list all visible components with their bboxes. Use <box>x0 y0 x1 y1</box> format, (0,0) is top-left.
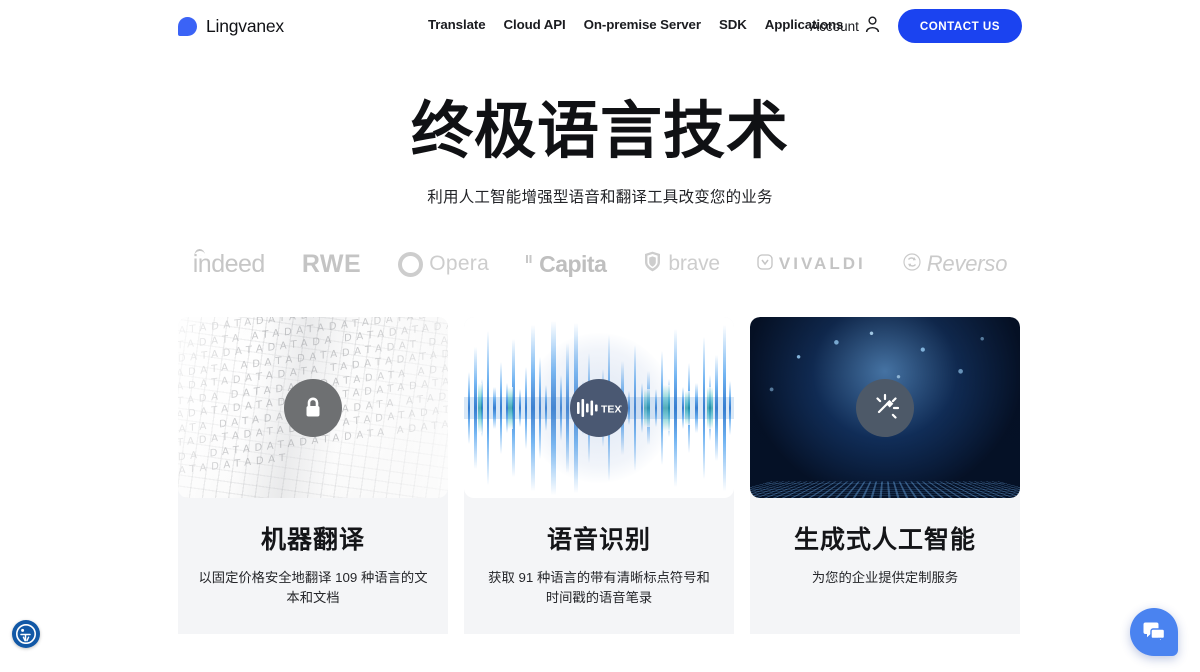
brand-logo[interactable]: Lingvanex <box>178 16 284 37</box>
vivaldi-shield-icon <box>757 254 773 275</box>
brave-lion-shield-icon <box>643 251 662 277</box>
account-label: Account <box>810 18 859 34</box>
opera-ring-icon <box>398 251 424 277</box>
lock-shield-icon <box>284 378 342 437</box>
logo-reverso: Reverso <box>903 251 1008 277</box>
accessibility-icon <box>16 624 36 644</box>
reverso-refresh-icon <box>903 253 921 276</box>
card-body: 生成式人工智能 为您的企业提供定制服务 <box>750 498 1020 614</box>
logo-reverso-label: Reverso <box>926 251 1008 277</box>
page-title: 终极语言技术 <box>410 97 789 166</box>
feature-card-machine-translation[interactable]: DATADATADATADATA DATADATADATADATA ATADAT… <box>178 317 448 635</box>
account-link[interactable]: Account <box>810 16 880 36</box>
logo-rwe: RWE <box>302 250 361 279</box>
contact-us-button[interactable]: CONTACT US <box>897 9 1022 43</box>
card-media-digital-particles <box>750 317 1020 499</box>
card-description: 以固定价格安全地翻译 109 种语言的文本和文档 <box>198 570 428 606</box>
chat-widget-button[interactable] <box>1130 608 1178 656</box>
logo-vivaldi: VIVALDI <box>757 254 866 275</box>
logo-capita-label: Capita <box>539 250 607 277</box>
logo-vivaldi-label: VIVALDI <box>778 254 866 274</box>
magic-wand-sparkle-icon <box>856 378 914 437</box>
logo-brave-label: brave <box>668 252 720 276</box>
accessibility-widget-button[interactable] <box>12 620 40 648</box>
card-media-audio-waveform: TEXT <box>464 317 734 499</box>
nav-item-sdk[interactable]: SDK <box>719 17 747 32</box>
card-media-data-letters: DATADATADATADATA DATADATADATADATA ATADAT… <box>178 317 448 499</box>
logo-brave: brave <box>643 251 720 277</box>
feature-card-speech-recognition[interactable]: TEXT 语音识别 获取 91 种语言的带有清晰标点符号和时间戳的语音笔录 <box>464 317 734 635</box>
main-navigation: Translate Cloud API On-premise Server SD… <box>428 17 843 32</box>
logo-indeed: indeed <box>193 248 265 279</box>
hero-section: 终极语言技术 利用人工智能增强型语音和翻译工具改变您的业务 <box>0 52 1200 207</box>
card-body: 语音识别 获取 91 种语言的带有清晰标点符号和时间戳的语音笔录 <box>464 498 734 634</box>
card-body: 机器翻译 以固定价格安全地翻译 109 种语言的文本和文档 <box>178 498 448 634</box>
logo-opera: Opera <box>398 251 490 277</box>
nav-item-on-premise-server[interactable]: On-premise Server <box>584 17 701 32</box>
card-description: 为您的企业提供定制服务 <box>811 570 959 586</box>
logo-capita: Capita <box>526 250 607 278</box>
card-title: 生成式人工智能 <box>793 526 976 555</box>
card-description: 获取 91 种语言的带有清晰标点符号和时间戳的语音笔录 <box>488 570 710 606</box>
logo-opera-label: Opera <box>429 252 490 276</box>
card-title: 语音识别 <box>546 526 651 555</box>
person-icon <box>865 16 880 36</box>
brand-name: Lingvanex <box>206 15 284 36</box>
header-actions: Account CONTACT US <box>810 9 1022 43</box>
site-header: Lingvanex Translate Cloud API On-premise… <box>0 0 1200 52</box>
logo-rwe-label: RWE <box>301 249 362 278</box>
capita-mark-icon <box>526 254 533 274</box>
nav-item-translate[interactable]: Translate <box>428 17 486 32</box>
partner-logos: indeed RWE Opera Capita brave VIVALDI Re… <box>0 247 1200 281</box>
card-title: 机器翻译 <box>260 526 365 555</box>
feature-cards: DATADATADATADATA DATADATADATADATA ATADAT… <box>0 317 1200 635</box>
nav-item-cloud-api[interactable]: Cloud API <box>504 17 566 32</box>
svg-text:TEXT: TEXT <box>601 403 622 415</box>
audio-to-text-icon: TEXT <box>570 378 628 437</box>
feature-card-generative-ai[interactable]: 生成式人工智能 为您的企业提供定制服务 <box>750 317 1020 635</box>
hero-subtitle: 利用人工智能增强型语音和翻译工具改变您的业务 <box>427 189 773 207</box>
chat-bubble-icon <box>1143 622 1166 643</box>
lingvanex-drop-logo-icon <box>178 16 197 36</box>
